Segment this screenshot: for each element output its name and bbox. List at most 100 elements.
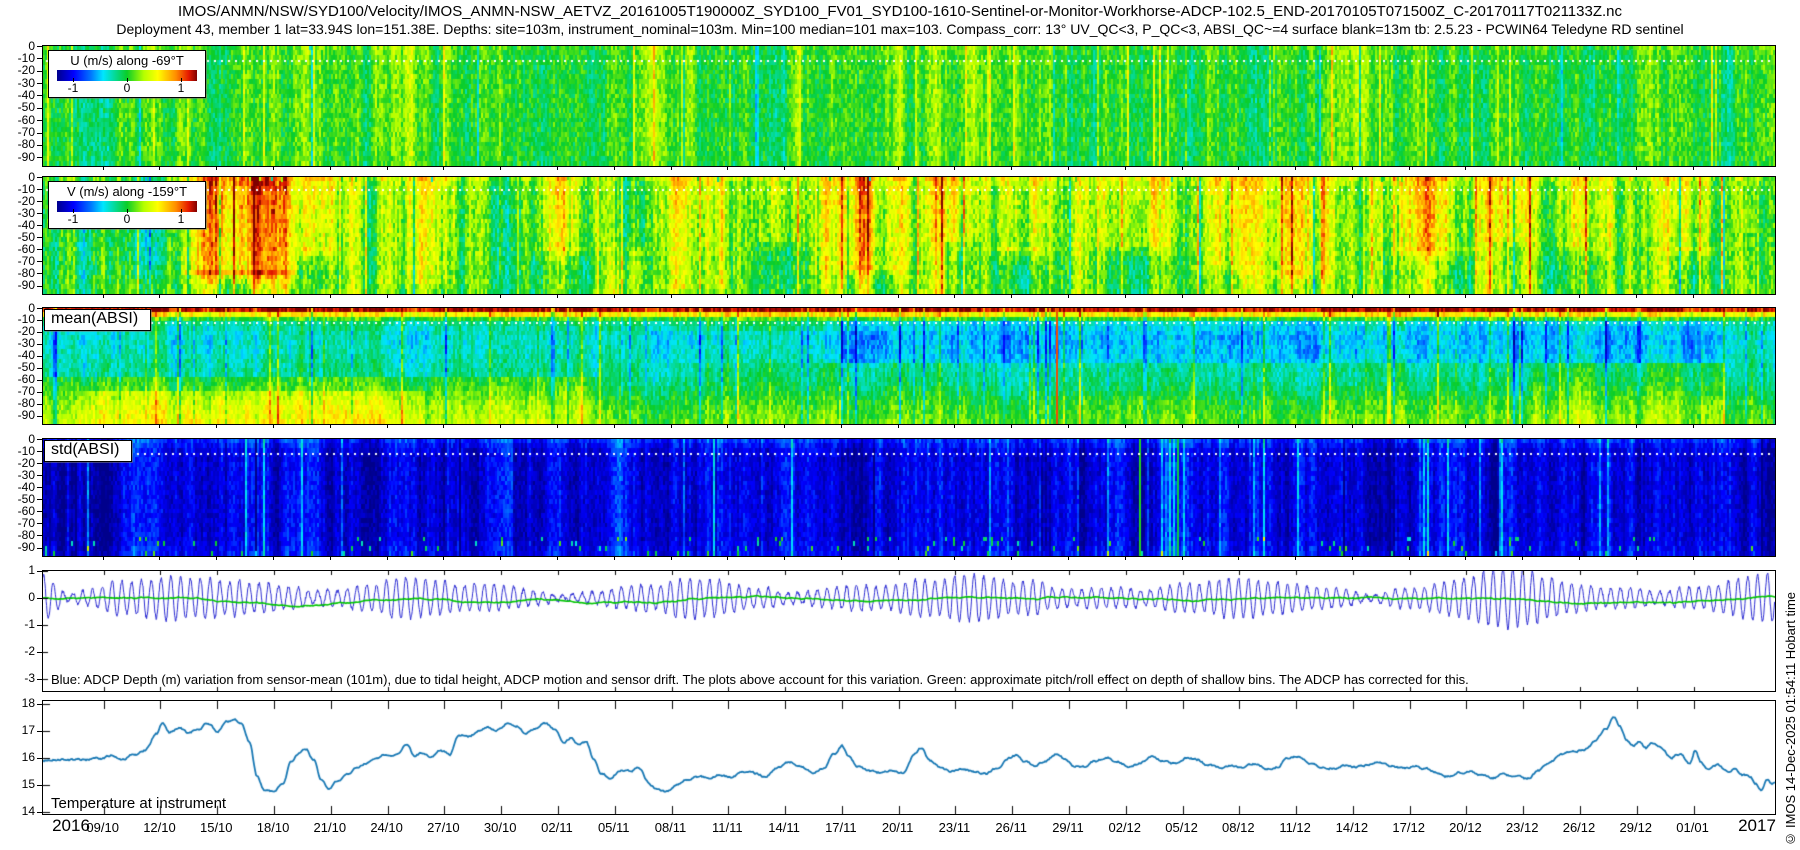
date-axis-label: 29/12 xyxy=(1606,820,1666,835)
depth-tick-mark xyxy=(37,487,42,488)
date-tick-mark xyxy=(784,557,785,560)
date-tick-mark xyxy=(1636,167,1637,170)
temperature-tick-mark xyxy=(37,812,42,813)
date-tick-mark xyxy=(614,425,615,428)
date-tick-mark xyxy=(1011,557,1012,560)
date-tick-mark xyxy=(614,167,615,170)
depth-tick-mark xyxy=(37,58,42,59)
temperature-tick-label: 17 xyxy=(0,724,35,737)
date-axis-label: 30/10 xyxy=(470,820,530,835)
date-tick-mark xyxy=(1636,425,1637,428)
depth-tick-label: -90 xyxy=(0,409,35,422)
date-tick-mark xyxy=(557,167,558,170)
depth-tick-mark xyxy=(37,133,42,134)
date-tick-mark xyxy=(898,557,899,560)
depth-variation-tick-label: 0 xyxy=(0,591,35,604)
date-tick-mark xyxy=(1295,425,1296,428)
date-tick-mark xyxy=(1125,425,1126,428)
date-tick-mark xyxy=(500,295,501,298)
depth-variation-tick-mark xyxy=(37,625,42,626)
date-tick-mark xyxy=(1352,425,1353,428)
date-tick-mark xyxy=(898,295,899,298)
date-tick-mark xyxy=(1579,167,1580,170)
date-axis-label: 08/11 xyxy=(641,820,701,835)
date-tick-mark xyxy=(1579,295,1580,298)
date-axis-label: 27/10 xyxy=(413,820,473,835)
date-tick-mark xyxy=(671,425,672,428)
date-tick-mark xyxy=(1579,425,1580,428)
date-tick-mark xyxy=(159,425,160,428)
date-axis-label: 20/12 xyxy=(1435,820,1495,835)
date-tick-mark xyxy=(1465,557,1466,560)
date-tick-mark xyxy=(727,425,728,428)
date-tick-mark xyxy=(1522,557,1523,560)
temperature-tick-label: 18 xyxy=(0,697,35,710)
depth-tick-mark xyxy=(37,368,42,369)
date-tick-mark xyxy=(1352,295,1353,298)
date-axis-label: 01/01 xyxy=(1663,820,1723,835)
date-axis-label: 18/10 xyxy=(243,820,303,835)
date-tick-mark xyxy=(784,167,785,170)
date-tick-mark xyxy=(1409,167,1410,170)
date-tick-mark xyxy=(898,167,899,170)
date-tick-mark xyxy=(159,557,160,560)
depth-tick-mark xyxy=(37,548,42,549)
depth-tick-mark xyxy=(37,356,42,357)
panel-depth-variation: Blue: ADCP Depth (m) variation from sens… xyxy=(42,570,1776,692)
depth-variation-tick-mark xyxy=(37,571,42,572)
depth-variation-tick-label: -2 xyxy=(0,645,35,658)
temperature-tick-mark xyxy=(37,758,42,759)
date-tick-mark xyxy=(614,557,615,560)
date-tick-mark xyxy=(1068,167,1069,170)
date-tick-mark xyxy=(1125,167,1126,170)
date-axis-label: 26/11 xyxy=(981,820,1041,835)
date-tick-mark xyxy=(1465,295,1466,298)
depth-tick-mark xyxy=(37,83,42,84)
date-axis-label: 09/10 xyxy=(73,820,133,835)
date-axis-label: 29/11 xyxy=(1038,820,1098,835)
date-tick-mark xyxy=(1352,167,1353,170)
date-tick-mark xyxy=(103,167,104,170)
date-tick-mark xyxy=(1693,295,1694,298)
date-tick-mark xyxy=(841,295,842,298)
panel-u-velocity: U (m/s) along -69°T -1 0 1 xyxy=(42,45,1776,167)
temperature-tick-mark xyxy=(37,785,42,786)
u-colorbar-tick-label: -1 xyxy=(68,81,79,95)
depth-tick-mark xyxy=(37,213,42,214)
date-tick-mark xyxy=(1182,295,1183,298)
date-tick-mark xyxy=(273,295,274,298)
date-tick-mark xyxy=(557,295,558,298)
depth-variation-tick-mark xyxy=(37,679,42,680)
depth-tick-mark xyxy=(37,332,42,333)
depth-tick-label: -90 xyxy=(0,541,35,554)
date-tick-mark xyxy=(103,295,104,298)
date-tick-mark xyxy=(1693,557,1694,560)
date-tick-mark xyxy=(330,295,331,298)
date-axis-label: 05/12 xyxy=(1152,820,1212,835)
date-tick-mark xyxy=(727,295,728,298)
temperature-tick-mark xyxy=(37,704,42,705)
date-tick-mark xyxy=(954,167,955,170)
depth-tick-mark xyxy=(37,46,42,47)
u-colorbar-tick-label: 0 xyxy=(124,81,131,95)
depth-tick-mark xyxy=(37,392,42,393)
date-tick-mark xyxy=(103,425,104,428)
u-colorbar-tick-label: 1 xyxy=(178,81,185,95)
date-tick-mark xyxy=(1182,425,1183,428)
date-tick-mark xyxy=(954,557,955,560)
depth-tick-mark xyxy=(37,249,42,250)
date-tick-mark xyxy=(1125,557,1126,560)
date-axis-label: 05/11 xyxy=(584,820,644,835)
date-tick-mark xyxy=(727,167,728,170)
u-velocity-heatmap-canvas xyxy=(43,46,1775,166)
date-axis-label: 12/10 xyxy=(129,820,189,835)
depth-variation-tick-label: 1 xyxy=(0,564,35,577)
date-tick-mark xyxy=(500,557,501,560)
v-velocity-heatmap-canvas xyxy=(43,177,1775,294)
v-colorbar-tick-label: 0 xyxy=(124,212,131,226)
date-tick-mark xyxy=(898,425,899,428)
depth-tick-mark xyxy=(37,71,42,72)
date-tick-mark xyxy=(216,425,217,428)
temperature-label: Temperature at instrument xyxy=(51,795,226,812)
date-tick-mark xyxy=(1238,295,1239,298)
